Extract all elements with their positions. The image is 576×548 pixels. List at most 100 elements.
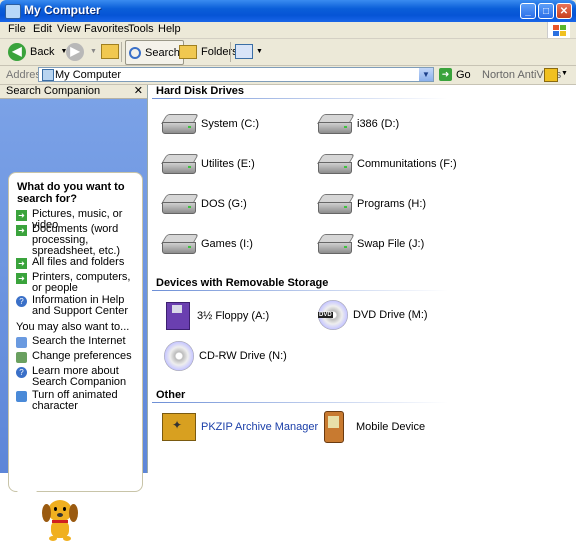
hard-drive-icon <box>317 194 355 214</box>
option-search-internet[interactable]: Search the Internet <box>16 336 140 348</box>
close-button[interactable]: ✕ <box>556 3 572 19</box>
option-turn-off-character[interactable]: Turn off animated character <box>16 390 140 412</box>
menu-view[interactable]: View <box>57 23 81 35</box>
forward-button[interactable]: ▶ ▼ <box>66 40 97 63</box>
drive-label: 3½ Floppy (A:) <box>197 310 270 322</box>
drive-label: System (C:) <box>201 118 260 130</box>
toolbar: ◀ Back ▼ ▶ ▼ Search Folders ▼ <box>0 39 576 66</box>
drive-label: CD-RW Drive (N:) <box>199 350 287 362</box>
menu-bar: File Edit View Favorites Tools Help <box>0 22 576 39</box>
search-companion-title: Search Companion <box>6 85 101 97</box>
go-arrow-icon: ➜ <box>439 68 452 81</box>
go-button[interactable]: ➜ Go <box>439 68 471 81</box>
menu-favorites[interactable]: Favorites <box>84 23 129 35</box>
forward-arrow-icon: ▶ <box>66 42 84 61</box>
drive-item[interactable]: 3½ Floppy (A:) <box>162 302 269 330</box>
close-icon[interactable]: ✕ <box>134 84 143 97</box>
drive-item[interactable]: Communitations (F:) <box>317 154 457 174</box>
drive-item[interactable]: System (C:) <box>161 114 260 134</box>
dvd-drive-icon: DVD <box>318 300 348 330</box>
back-button[interactable]: ◀ Back ▼ <box>8 40 67 63</box>
green-arrow-icon: ➜ <box>16 225 27 236</box>
search-companion-pane: Search Companion ✕ What do you want to s… <box>0 85 148 541</box>
menu-tools[interactable]: Tools <box>128 23 154 35</box>
chevron-down-icon[interactable]: ▼ <box>419 68 433 81</box>
mobile-device-icon <box>324 411 344 443</box>
search-companion-header: Search Companion ✕ <box>0 85 147 99</box>
search-icon <box>129 46 141 59</box>
pkzip-icon <box>162 413 196 441</box>
floppy-drive-icon <box>166 302 190 330</box>
option-all-files[interactable]: ➜ All files and folders <box>16 257 140 269</box>
back-arrow-icon: ◀ <box>8 42 26 61</box>
group-header-hard-disk: Hard Disk Drives <box>156 85 245 97</box>
item-label: Mobile Device <box>356 421 426 433</box>
content-pane: Hard Disk Drives System (C:) i386 (D:) U… <box>148 85 576 473</box>
address-bar: Address My Computer ▼ ➜ Go Norton AntiVi… <box>0 66 576 85</box>
norton-icon[interactable] <box>544 68 558 82</box>
item-label: PKZIP Archive Manager <box>201 421 319 433</box>
help-icon: ? <box>16 367 27 378</box>
back-label: Back <box>30 45 55 58</box>
drive-item[interactable]: Games (I:) <box>161 234 253 254</box>
drive-item[interactable]: DOS (G:) <box>161 194 247 214</box>
hard-drive-icon <box>161 194 199 214</box>
my-computer-window: My Computer _ □ ✕ File Edit View Favorit… <box>0 0 576 541</box>
folders-icon <box>179 44 197 59</box>
green-arrow-icon: ➜ <box>16 273 27 284</box>
drive-item[interactable]: i386 (D:) <box>317 114 400 134</box>
drive-item[interactable]: Swap File (J:) <box>317 234 424 254</box>
hard-drive-icon <box>317 234 355 254</box>
up-folder-button[interactable] <box>101 40 119 63</box>
window-title: My Computer <box>24 3 101 17</box>
chevron-down-icon[interactable]: ▼ <box>561 70 568 77</box>
search-internet-icon <box>16 337 27 348</box>
up-folder-icon <box>101 44 119 59</box>
maximize-button[interactable]: □ <box>538 3 554 19</box>
option-change-preferences[interactable]: Change preferences <box>16 351 140 363</box>
drive-item[interactable]: DVD DVD Drive (M:) <box>318 300 428 330</box>
views-icon <box>235 44 253 59</box>
chevron-down-icon: ▼ <box>256 48 263 55</box>
views-button[interactable]: ▼ <box>235 40 263 63</box>
drive-label: Utilites (E:) <box>201 158 255 170</box>
title-bar[interactable]: My Computer _ □ ✕ <box>0 0 576 22</box>
other-item[interactable]: PKZIP Archive Manager <box>162 413 318 441</box>
search-button[interactable]: Search <box>125 40 184 65</box>
go-label: Go <box>456 68 471 81</box>
preferences-icon <box>16 352 27 363</box>
menu-file[interactable]: File <box>8 23 26 35</box>
drive-label: DVD Drive (M:) <box>353 309 428 321</box>
option-learn-more[interactable]: ? Learn more about Search Companion <box>16 366 140 388</box>
search-dog-icon[interactable] <box>40 498 80 548</box>
drive-label: Programs (H:) <box>357 198 427 210</box>
also-label: You may also want to... <box>16 321 130 333</box>
drive-item[interactable]: CD-RW Drive (N:) <box>162 341 287 371</box>
menu-edit[interactable]: Edit <box>33 23 52 35</box>
folders-button[interactable]: Folders <box>179 40 238 63</box>
chevron-down-icon: ▼ <box>90 48 97 55</box>
hard-drive-icon <box>161 154 199 174</box>
drive-label: DOS (G:) <box>201 198 247 210</box>
group-header-other: Other <box>156 389 186 401</box>
option-printers[interactable]: ➜ Printers, computers, or people <box>16 272 140 294</box>
cd-drive-icon <box>164 341 194 371</box>
drive-label: i386 (D:) <box>357 118 400 130</box>
drive-label: Games (I:) <box>201 238 253 250</box>
group-header-removable: Devices with Removable Storage <box>156 277 329 289</box>
menu-help[interactable]: Help <box>158 23 181 35</box>
hard-drive-icon <box>161 114 199 134</box>
search-label: Search <box>145 46 180 59</box>
other-item[interactable]: Mobile Device <box>318 411 425 443</box>
drive-label: Communitations (F:) <box>357 158 457 170</box>
minimize-button[interactable]: _ <box>520 3 536 19</box>
green-arrow-icon: ➜ <box>16 258 27 269</box>
character-icon <box>16 391 27 402</box>
option-help-center[interactable]: ? Information in Help and Support Center <box>16 295 140 317</box>
folders-label: Folders <box>201 45 238 58</box>
option-documents[interactable]: ➜ Documents (word processing, spreadshee… <box>16 224 140 257</box>
help-icon: ? <box>16 296 27 307</box>
drive-item[interactable]: Utilites (E:) <box>161 154 255 174</box>
address-field[interactable]: My Computer ▼ <box>38 67 434 82</box>
drive-item[interactable]: Programs (H:) <box>317 194 427 214</box>
